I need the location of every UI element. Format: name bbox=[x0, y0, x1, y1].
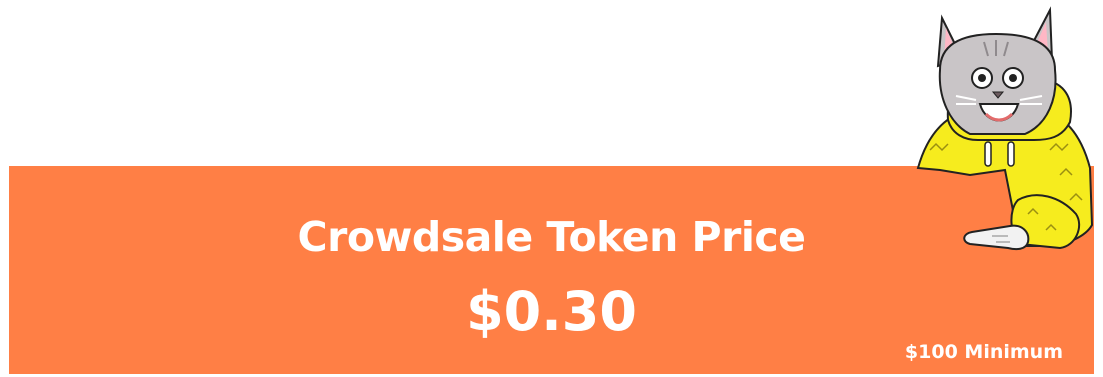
minimum-purchase-label: $100 Minimum bbox=[904, 341, 1063, 363]
cat-mascot-icon bbox=[916, 6, 1094, 251]
token-price: $0.30 bbox=[466, 280, 637, 343]
